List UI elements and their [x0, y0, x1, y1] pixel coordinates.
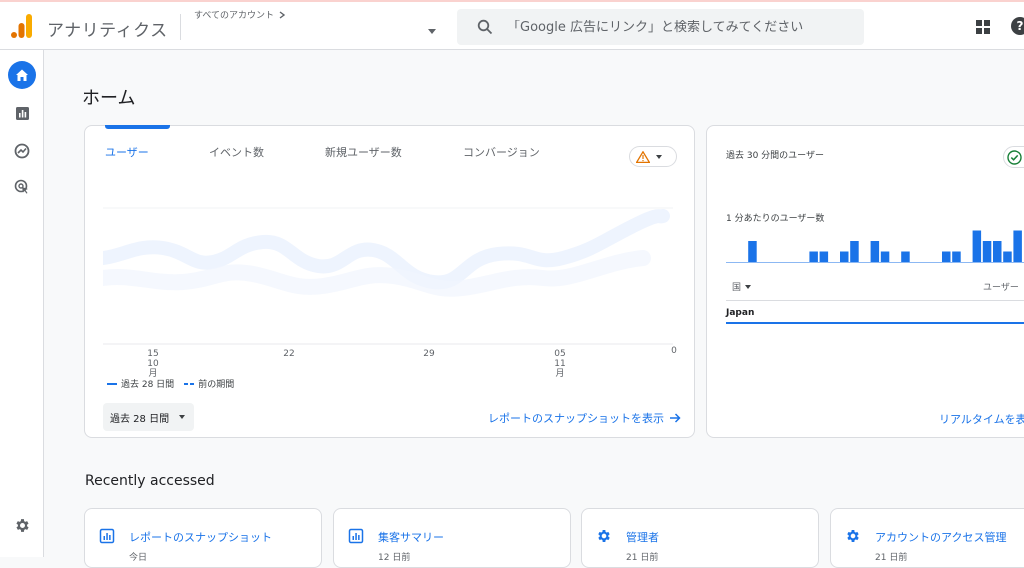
- minute-bar: [850, 241, 859, 262]
- y-axis-zero-label: 0: [671, 346, 677, 356]
- top-app-bar: アナリティクス すべてのアカウント ?: [0, 0, 1024, 50]
- recent-item-acquisition[interactable]: 集客サマリー 12 日前: [333, 508, 571, 568]
- left-nav: [0, 50, 44, 557]
- recent-item-admin[interactable]: 管理者 21 日前: [581, 508, 819, 568]
- country-column-header[interactable]: 国: [732, 280, 752, 293]
- nav-explore-button[interactable]: [8, 137, 36, 165]
- recent-item-label: アカウントのアクセス管理: [875, 531, 1007, 544]
- legend-previous-period: 前の期間: [184, 377, 234, 390]
- minute-bar: [819, 251, 829, 262]
- minute-bar: [748, 241, 757, 262]
- title-divider: [180, 14, 181, 40]
- x-tick-4: 05 11月: [554, 349, 566, 379]
- date-range-button[interactable]: 過去 28 日間: [103, 403, 194, 431]
- settings-icon: [15, 518, 29, 532]
- data-quality-warning-chip[interactable]: [629, 146, 677, 167]
- chevron-down-icon: [656, 154, 662, 159]
- active-tab-indicator: [105, 125, 170, 129]
- recent-item-label: 管理者: [626, 531, 659, 544]
- view-realtime-link[interactable]: リアルタイムを表示: [939, 411, 1024, 427]
- country-row-label: Japan: [726, 308, 755, 318]
- chart-legend: 過去 28 日間 前の期間: [107, 377, 234, 390]
- warning-icon: [636, 150, 650, 163]
- country-share-bar: [726, 322, 1024, 324]
- nav-reports-button[interactable]: [8, 99, 36, 127]
- legend-dashed-swatch: [184, 382, 195, 385]
- nav-advertising-button[interactable]: [8, 173, 36, 201]
- analytics-logo-icon[interactable]: [11, 14, 33, 38]
- arrow-right-icon: [670, 413, 681, 423]
- recent-item-label: レポートのスナップショット: [129, 531, 272, 544]
- minute-bar: [952, 251, 961, 262]
- report-icon: [99, 528, 115, 544]
- tab-event-count[interactable]: イベント数: [209, 144, 264, 160]
- users-trend-chart: [103, 207, 673, 345]
- minute-bar: [809, 251, 818, 262]
- report-icon: [348, 528, 364, 544]
- users-per-minute-chart: [726, 230, 1024, 263]
- minute-bar: [901, 251, 910, 262]
- recent-item-account-access[interactable]: アカウントのアクセス管理 21 日前: [830, 508, 1024, 568]
- minute-bar: [982, 241, 992, 262]
- nav-home-button[interactable]: [8, 61, 36, 89]
- legend-solid-swatch: [107, 382, 117, 385]
- page-title: ホーム: [82, 88, 136, 109]
- minute-bar: [840, 251, 849, 262]
- reports-icon: [15, 106, 29, 120]
- chevron-down-icon: [179, 415, 186, 419]
- minute-bar: [1013, 230, 1022, 262]
- minute-bar: [880, 251, 890, 262]
- chevron-down-icon: [745, 284, 752, 289]
- recent-item-snapshot[interactable]: レポートのスナップショット 今日: [84, 508, 322, 568]
- gear-icon: [598, 530, 610, 542]
- legend-current-period: 過去 28 日間: [107, 377, 174, 390]
- gear-icon: [847, 530, 859, 542]
- help-icon[interactable]: ?: [1011, 17, 1024, 35]
- advertising-icon: [14, 179, 28, 194]
- search-icon: [477, 19, 493, 35]
- realtime-card: 過去 30 分間のユーザー 1 分あたりのユーザー数 国 ユーザー Japan …: [706, 125, 1024, 438]
- apps-grid-icon[interactable]: [976, 20, 990, 34]
- check-circle-icon: [1007, 149, 1022, 165]
- home-icon: [16, 69, 28, 81]
- x-tick-2: 22: [283, 349, 295, 359]
- minute-bar: [993, 241, 1002, 262]
- nav-settings-button[interactable]: [8, 511, 36, 539]
- realtime-title: 過去 30 分間のユーザー: [726, 151, 824, 161]
- account-selector[interactable]: すべてのアカウント: [194, 8, 286, 21]
- tab-users[interactable]: ユーザー: [105, 144, 149, 160]
- tab-conversions[interactable]: コンバージョン: [463, 144, 540, 160]
- minute-bar: [1003, 251, 1012, 262]
- recently-accessed-title: Recently accessed: [85, 473, 215, 489]
- minute-bar: [870, 241, 880, 262]
- account-label: すべてのアカウント: [194, 11, 275, 21]
- x-tick-3: 29: [423, 349, 435, 359]
- minute-bar: [942, 251, 951, 262]
- overview-card: ユーザー イベント数 新規ユーザー数 コンバージョン 15 10月 22 29 …: [84, 125, 695, 438]
- view-snapshot-link[interactable]: レポートのスナップショットを表示: [488, 410, 681, 426]
- x-tick-1: 15 10月: [147, 349, 159, 379]
- search-bar[interactable]: [457, 9, 864, 45]
- recent-item-label: 集客サマリー: [378, 531, 444, 544]
- search-input[interactable]: [507, 19, 837, 35]
- minute-bar: [972, 230, 982, 262]
- chevron-right-icon: [279, 10, 286, 19]
- explore-icon: [14, 143, 30, 159]
- realtime-subtitle: 1 分あたりのユーザー数: [726, 214, 825, 224]
- users-column-header: ユーザー: [983, 283, 1019, 293]
- account-dropdown-caret-icon[interactable]: [428, 29, 436, 34]
- app-title: アナリティクス: [47, 21, 168, 41]
- tab-new-users[interactable]: 新規ユーザー数: [325, 144, 402, 160]
- realtime-status-chip[interactable]: [1003, 146, 1024, 168]
- table-divider: [726, 300, 1024, 301]
